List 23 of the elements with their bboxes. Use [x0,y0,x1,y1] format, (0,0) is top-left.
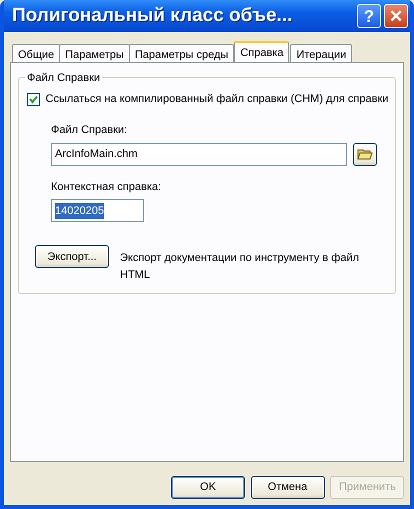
tab[interactable]: Общие [12,44,60,62]
browse-button[interactable] [352,142,376,166]
open-folder-icon [356,147,372,162]
checkbox[interactable] [27,92,40,106]
field-label: Файл Справки: [51,123,128,138]
close-button[interactable]: ✕ [384,4,408,28]
tab[interactable]: Справка [234,41,290,62]
field-value: 14020205 [55,202,104,219]
input-field[interactable]: ArcInfoMain.chm [51,142,347,166]
export-description: Экспорт документации по инструменту в файл HTML [120,251,360,283]
dialog-button[interactable]: OK [171,476,245,499]
input-field[interactable]: 14020205 [51,199,144,222]
group-title: Файл Справки [25,70,102,86]
window-title: Полигональный класс объе... [12,4,294,28]
tab[interactable]: Итерации [290,44,352,62]
checkbox-label: Ссылаться на компилированный файл справки (CHM) для справки [46,92,388,107]
export-button[interactable]: Экспорт... [35,245,109,268]
tab[interactable]: Параметры [59,44,130,62]
field-label: Контекстная справка: [51,180,162,195]
field-value: ArcInfoMain.chm [55,147,138,162]
tab[interactable]: Параметры среды [128,44,234,62]
dialog-button[interactable]: Отмена [250,476,324,499]
help-button[interactable]: ? [357,4,381,28]
